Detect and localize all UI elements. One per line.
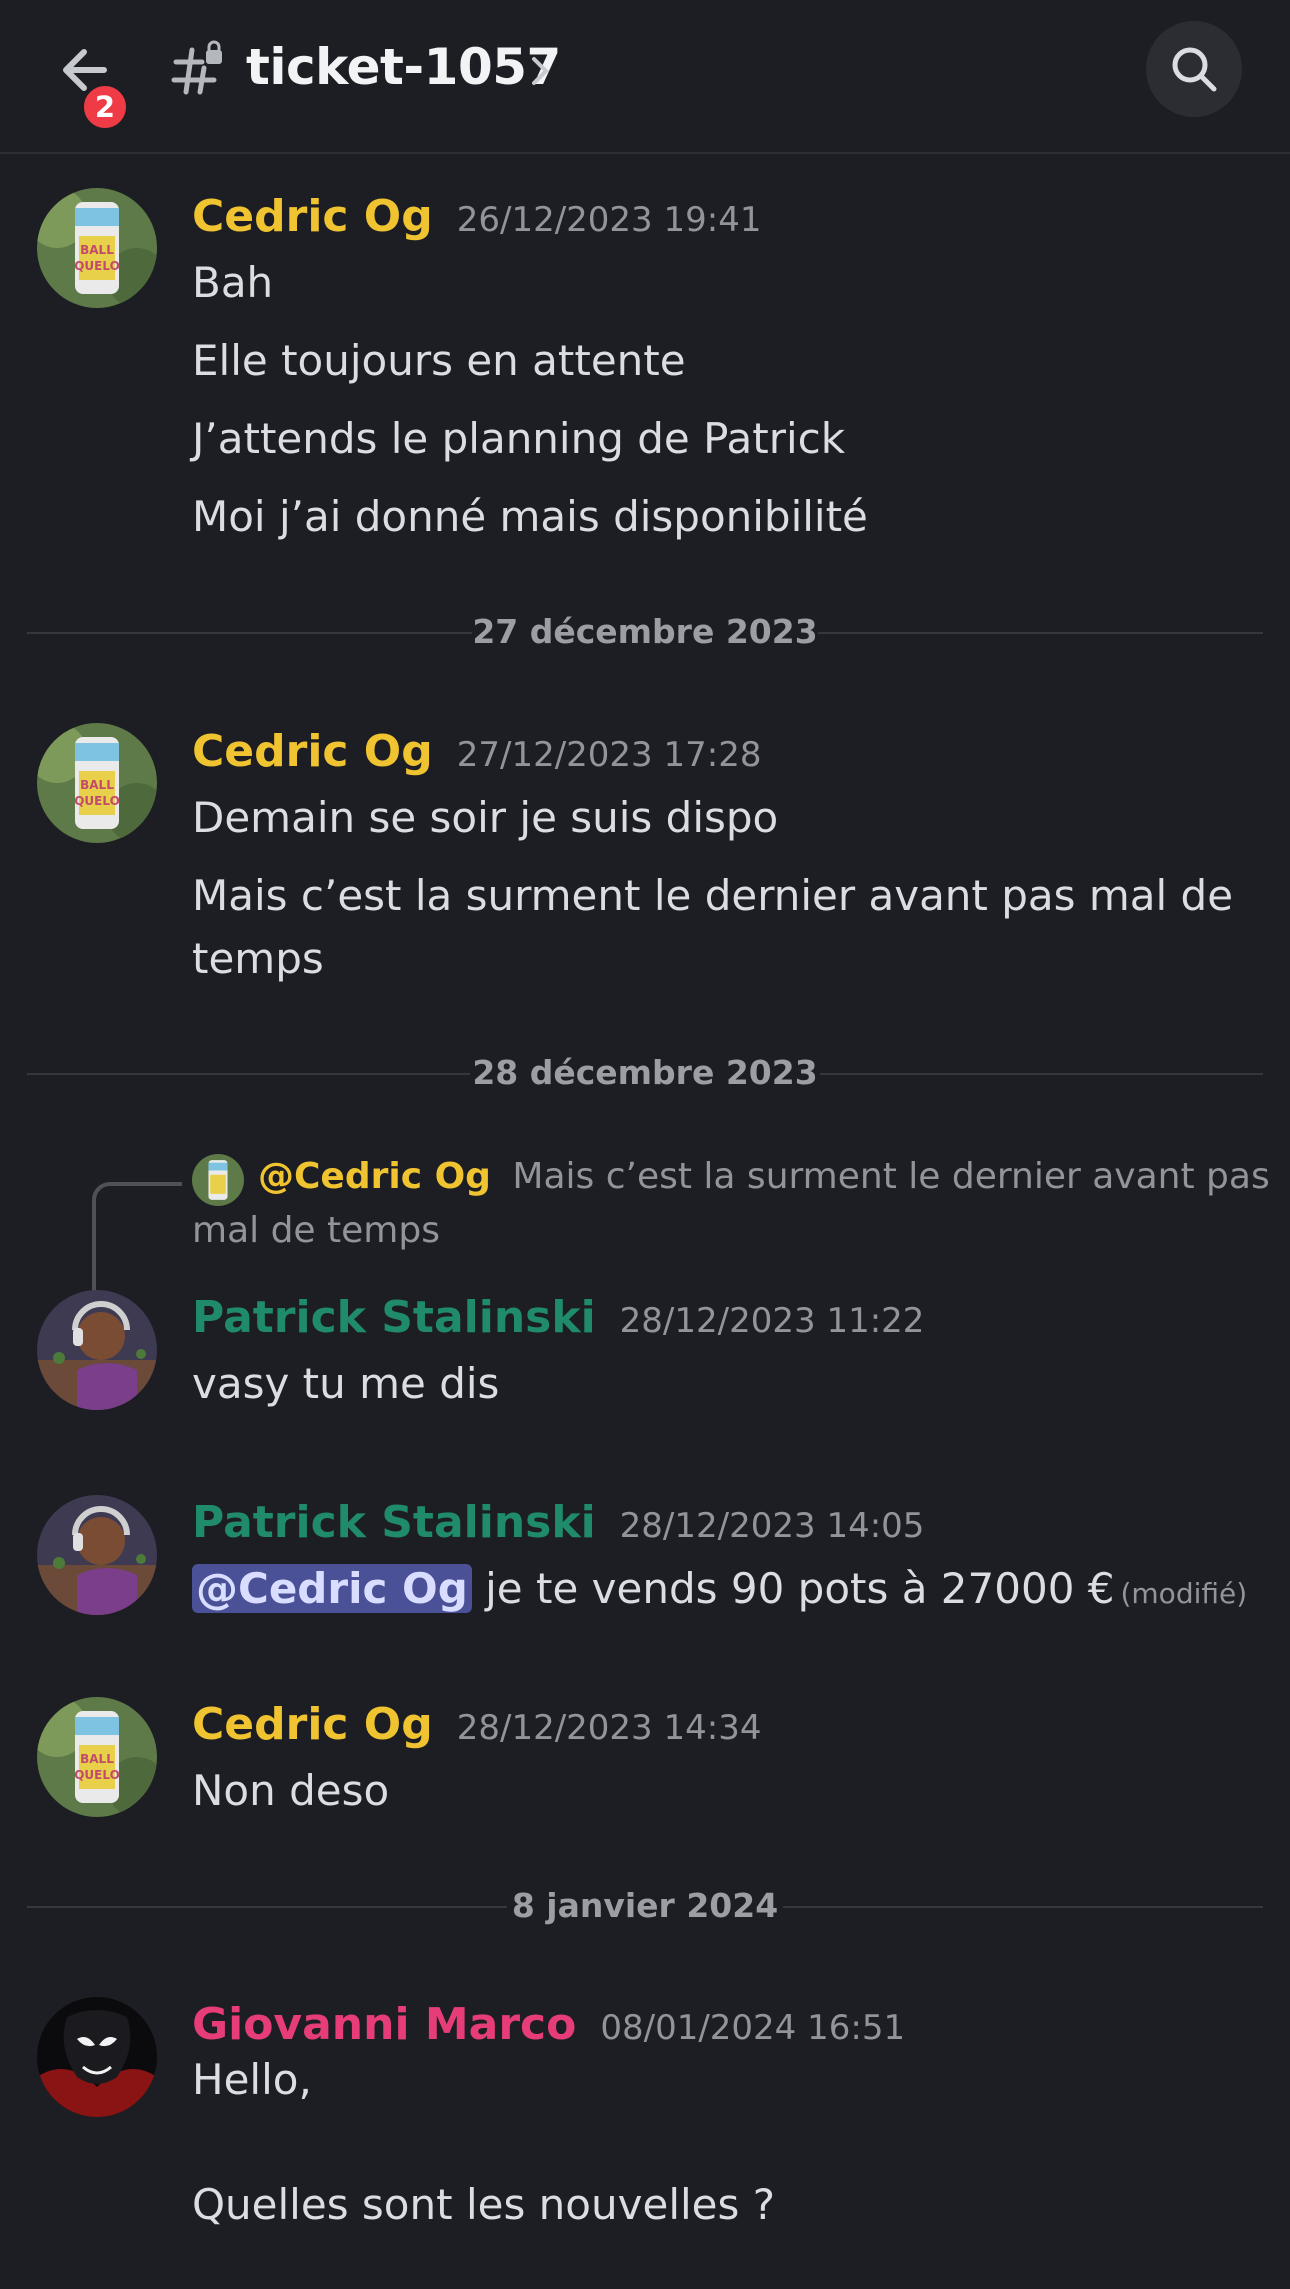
message-text: je te vends 90 pots à 27000 €: [485, 1564, 1115, 1613]
message-line: Non deso: [192, 1766, 390, 1815]
message[interactable]: BALL QUELO Cedric Og 27/12/2023 17:28 Dem…: [0, 720, 1290, 990]
message-line: Elle toujours en attente: [192, 336, 686, 385]
back-button[interactable]: 2: [50, 38, 130, 132]
avatar[interactable]: [37, 1495, 157, 1615]
message-line: vasy tu me dis: [192, 1359, 500, 1408]
reply-author: @Cedric Og: [258, 1156, 491, 1197]
author-name[interactable]: Cedric Og: [192, 191, 433, 242]
date-divider: 27 décembre 2023: [27, 612, 1263, 652]
message-line: Demain se soir je suis dispo: [192, 793, 779, 842]
chevron-right-icon[interactable]: [530, 53, 550, 89]
message[interactable]: BALL QUELO Cedric Og 28/12/2023 14:34 Non…: [0, 1697, 1290, 1837]
author-name[interactable]: Giovanni Marco: [192, 1999, 576, 2050]
reply-text: mal de temps: [192, 1210, 440, 1251]
reply-text: Mais c’est la surment le dernier avant p…: [512, 1156, 1270, 1197]
message[interactable]: @Cedric Og Mais c’est la surment le dern…: [0, 1150, 1290, 1420]
channel-header: 2 ticket-1057: [0, 0, 1290, 154]
timestamp: 26/12/2023 19:41: [456, 200, 762, 240]
timestamp: 28/12/2023 14:05: [619, 1506, 925, 1546]
date-divider: 8 janvier 2024: [27, 1886, 1263, 1926]
author-name[interactable]: Patrick Stalinski: [192, 1292, 596, 1343]
author-name[interactable]: Patrick Stalinski: [192, 1497, 596, 1548]
svg-text:QUELO: QUELO: [74, 1768, 120, 1782]
message-line: Moi j’ai donné mais disponibilité: [192, 492, 868, 541]
edited-label: (modifié): [1120, 1577, 1248, 1610]
svg-text:BALL: BALL: [80, 1752, 114, 1766]
svg-text:QUELO: QUELO: [74, 259, 120, 273]
author-name[interactable]: Cedric Og: [192, 726, 433, 777]
svg-text:BALL: BALL: [80, 778, 114, 792]
avatar[interactable]: [37, 1290, 157, 1410]
message[interactable]: BALL QUELO Cedric Og 26/12/2023 19:41 Bah…: [0, 185, 1290, 555]
svg-text:QUELO: QUELO: [74, 794, 120, 808]
user-mention[interactable]: @Cedric Og: [192, 1564, 472, 1613]
author-name[interactable]: Cedric Og: [192, 1699, 433, 1750]
avatar[interactable]: BALL QUELO: [37, 188, 157, 308]
locked-hash-icon: [171, 40, 222, 95]
message-line: Mais c’est la surment le dernier avant p…: [192, 871, 1234, 920]
message-line: Bah: [192, 258, 274, 307]
date-divider-label: 28 décembre 2023: [472, 1053, 818, 1092]
timestamp: 28/12/2023 11:22: [619, 1301, 925, 1341]
person-avatar-image: [37, 1495, 157, 1615]
timestamp: 08/01/2024 16:51: [600, 2008, 906, 2048]
svg-text:BALL: BALL: [80, 243, 114, 257]
can-avatar-image: BALL QUELO: [37, 188, 157, 308]
search-button[interactable]: [1146, 21, 1242, 117]
avatar[interactable]: BALL QUELO: [37, 723, 157, 843]
date-divider-label: 27 décembre 2023: [472, 612, 818, 651]
can-avatar-image: BALL QUELO: [37, 723, 157, 843]
venom-avatar-image: [37, 1997, 157, 2117]
message[interactable]: Patrick Stalinski 28/12/2023 14:05 @Cedri…: [0, 1495, 1290, 1635]
message-line: temps: [192, 934, 324, 983]
timestamp: 28/12/2023 14:34: [456, 1708, 762, 1748]
reply-avatar: [192, 1154, 244, 1206]
timestamp: 27/12/2023 17:28: [456, 735, 762, 775]
can-avatar-image: BALL QUELO: [37, 1697, 157, 1817]
message-line: J’attends le planning de Patrick: [192, 414, 846, 463]
channel-name[interactable]: ticket-1057: [246, 38, 561, 96]
avatar[interactable]: BALL QUELO: [37, 1697, 157, 1817]
message[interactable]: Giovanni Marco 08/01/2024 16:51 Hello, Qu…: [0, 1997, 1290, 2237]
avatar[interactable]: [37, 1997, 157, 2117]
message-line: Quelles sont les nouvelles ?: [192, 2180, 776, 2229]
date-divider: 28 décembre 2023: [27, 1053, 1263, 1093]
message-line: Hello,: [192, 2055, 312, 2104]
search-icon: [1172, 47, 1217, 92]
message-line: @Cedric Og je te vends 90 pots à 27000 €…: [192, 1564, 1247, 1613]
unread-badge: 2: [80, 82, 130, 132]
person-avatar-image: [37, 1290, 157, 1410]
date-divider-label: 8 janvier 2024: [511, 1886, 779, 1925]
